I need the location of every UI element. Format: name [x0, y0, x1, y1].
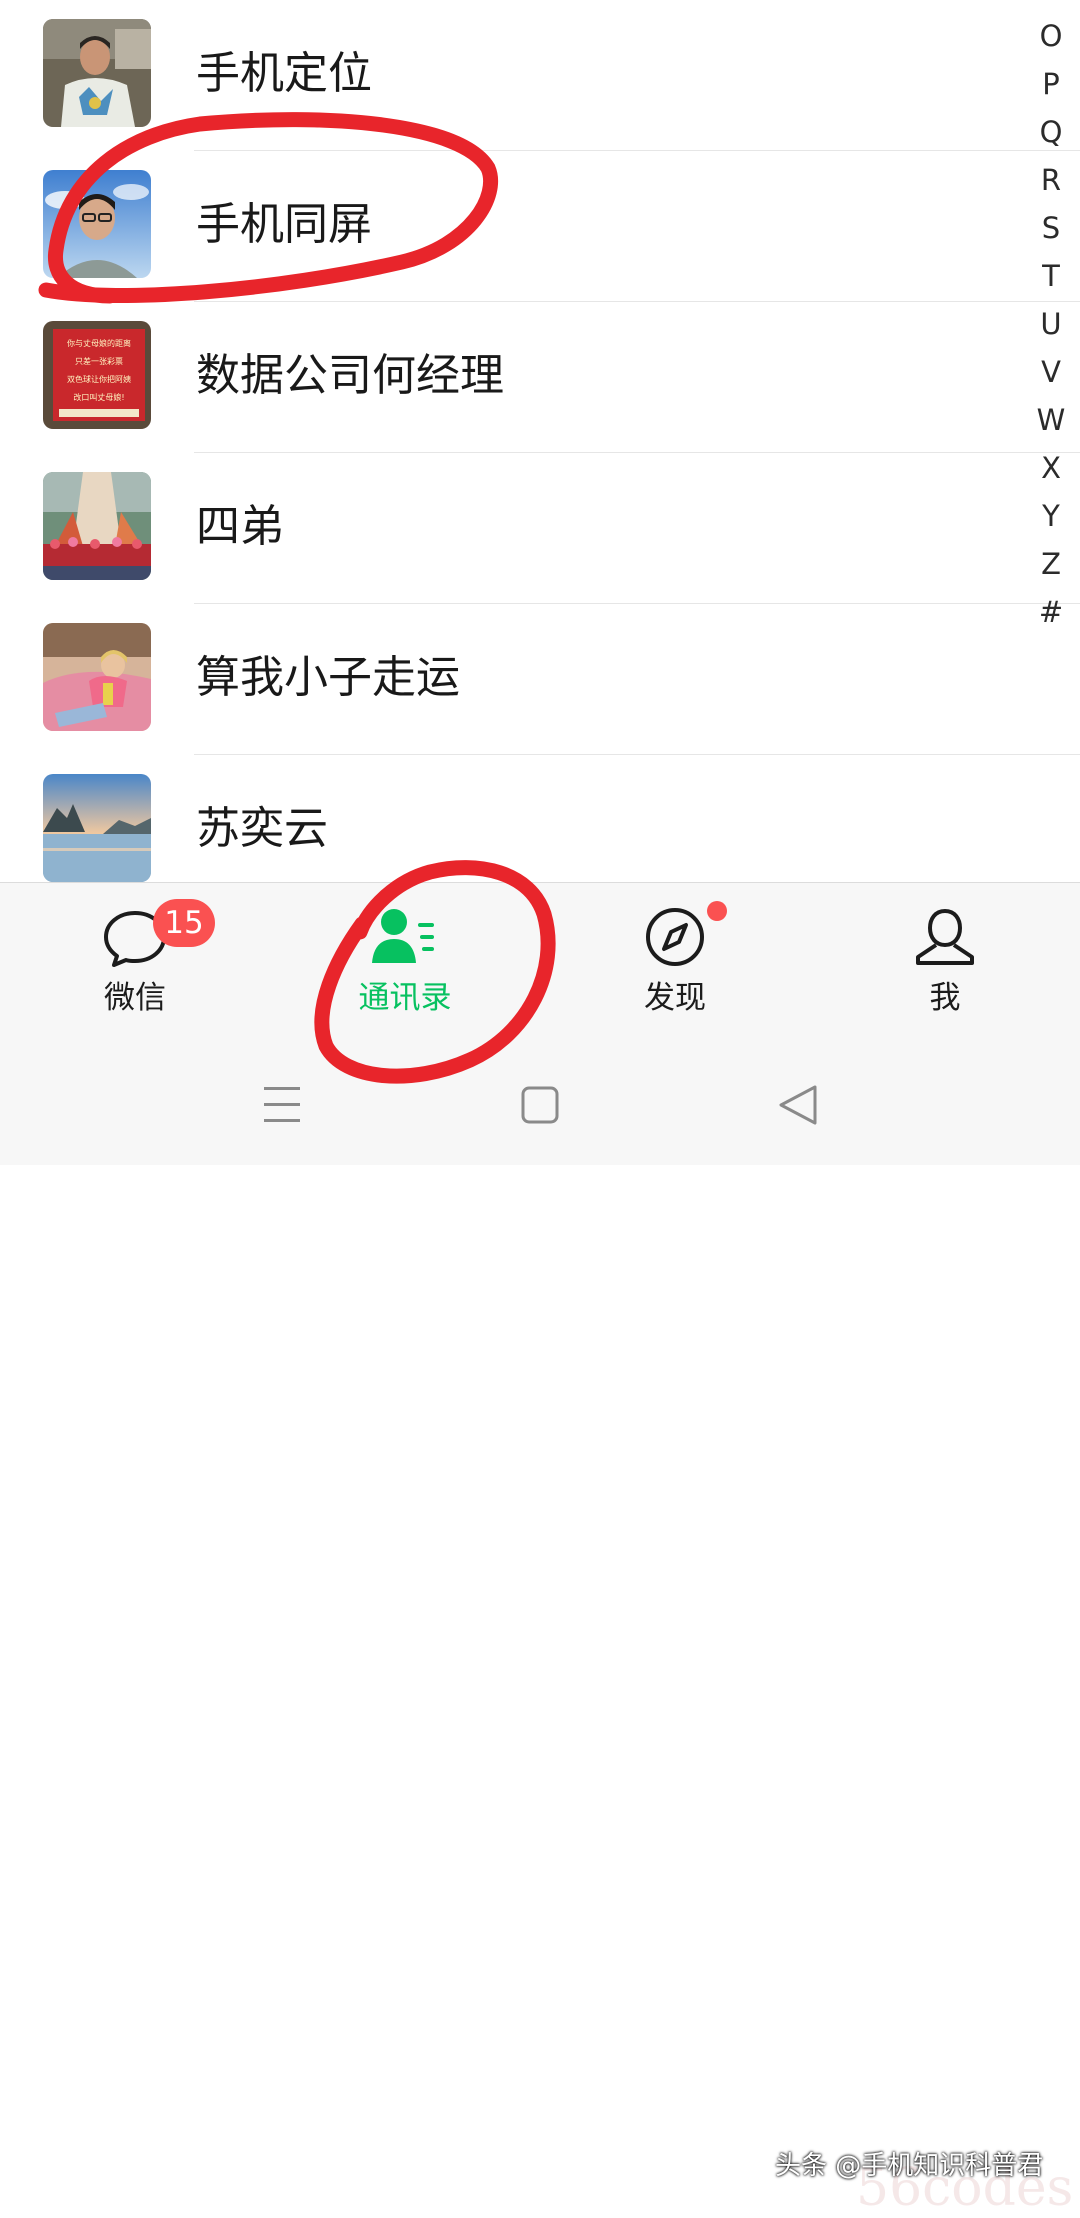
contact-row[interactable]: 你与丈母娘的距离 只差一张彩票 双色球让你把阿姨 改口叫丈母娘! 数据公司何经理 — [0, 302, 1080, 453]
contact-list: 手机定位 手机同屏 你与丈母娘的距离 只差一张彩票 双色球让你把阿姨 改口叫丈母… — [0, 0, 1080, 882]
tab-discover[interactable]: 发现 — [585, 883, 765, 1041]
contacts-icon — [370, 905, 440, 969]
contact-name: 手机同屏 — [196, 199, 372, 250]
contact-name: 手机定位 — [196, 48, 372, 99]
index-letter[interactable]: T — [1028, 252, 1074, 300]
contact-name: 算我小子走运 — [196, 652, 460, 703]
index-letter[interactable]: Q — [1028, 108, 1074, 156]
menu-icon[interactable] — [247, 1075, 317, 1135]
system-navigation-bar: 56codes 头条 @手机知识科普君 — [0, 1040, 1080, 2218]
contact-avatar[interactable] — [43, 170, 151, 278]
contact-row[interactable]: 四弟 — [0, 453, 1080, 604]
back-icon[interactable] — [763, 1075, 833, 1135]
index-letter[interactable]: R — [1028, 156, 1074, 204]
sign-line: 你与丈母娘的距离 — [67, 338, 131, 348]
sign-line: 只差一张彩票 — [75, 356, 123, 366]
source-watermark: 头条 @手机知识科普君 — [775, 2151, 1044, 2181]
sign-line: 双色球让你把阿姨 — [67, 374, 131, 384]
notification-dot — [707, 901, 727, 921]
tab-chats[interactable]: 15 微信 — [45, 883, 225, 1041]
contact-avatar[interactable] — [43, 19, 151, 127]
contact-name: 苏奕云 — [196, 803, 328, 854]
tab-label: 通讯录 — [358, 980, 452, 1016]
home-icon[interactable] — [505, 1075, 575, 1135]
tab-contacts[interactable]: 通讯录 — [315, 883, 495, 1041]
index-letter[interactable]: P — [1028, 60, 1074, 108]
tab-label: 发现 — [644, 980, 706, 1016]
index-letter[interactable]: U — [1028, 300, 1074, 348]
unread-badge: 15 — [153, 899, 215, 947]
contact-row[interactable]: 手机定位 — [0, 0, 1080, 151]
index-letter[interactable]: O — [1028, 12, 1074, 60]
contact-row[interactable]: 手机同屏 — [0, 151, 1080, 302]
contact-row[interactable]: 算我小子走运 — [0, 604, 1080, 755]
contact-row[interactable]: 苏奕云 — [0, 755, 1080, 882]
tab-me[interactable]: 我 — [855, 883, 1035, 1041]
tab-label: 微信 — [104, 980, 166, 1016]
contact-name: 数据公司何经理 — [196, 350, 504, 401]
index-letter[interactable]: X — [1028, 444, 1074, 492]
index-letter[interactable]: V — [1028, 348, 1074, 396]
contact-name: 四弟 — [196, 501, 284, 552]
index-letter[interactable]: # — [1028, 588, 1074, 636]
index-letter[interactable]: W — [1028, 396, 1074, 444]
person-icon — [910, 905, 980, 969]
tab-label: 我 — [929, 980, 961, 1016]
compass-icon — [640, 905, 710, 969]
contact-avatar[interactable] — [43, 774, 151, 882]
index-letter[interactable]: Y — [1028, 492, 1074, 540]
index-letter[interactable]: Z — [1028, 540, 1074, 588]
bottom-tab-bar: 15 微信 通讯录 发现 我 — [0, 882, 1080, 1041]
sign-line: 改口叫丈母娘! — [73, 392, 124, 402]
contact-avatar[interactable] — [43, 472, 151, 580]
contact-avatar[interactable] — [43, 623, 151, 731]
alphabet-index[interactable]: O P Q R S T U V W X Y Z # — [1028, 12, 1074, 636]
contact-avatar[interactable]: 你与丈母娘的距离 只差一张彩票 双色球让你把阿姨 改口叫丈母娘! — [43, 321, 151, 429]
index-letter[interactable]: S — [1028, 204, 1074, 252]
